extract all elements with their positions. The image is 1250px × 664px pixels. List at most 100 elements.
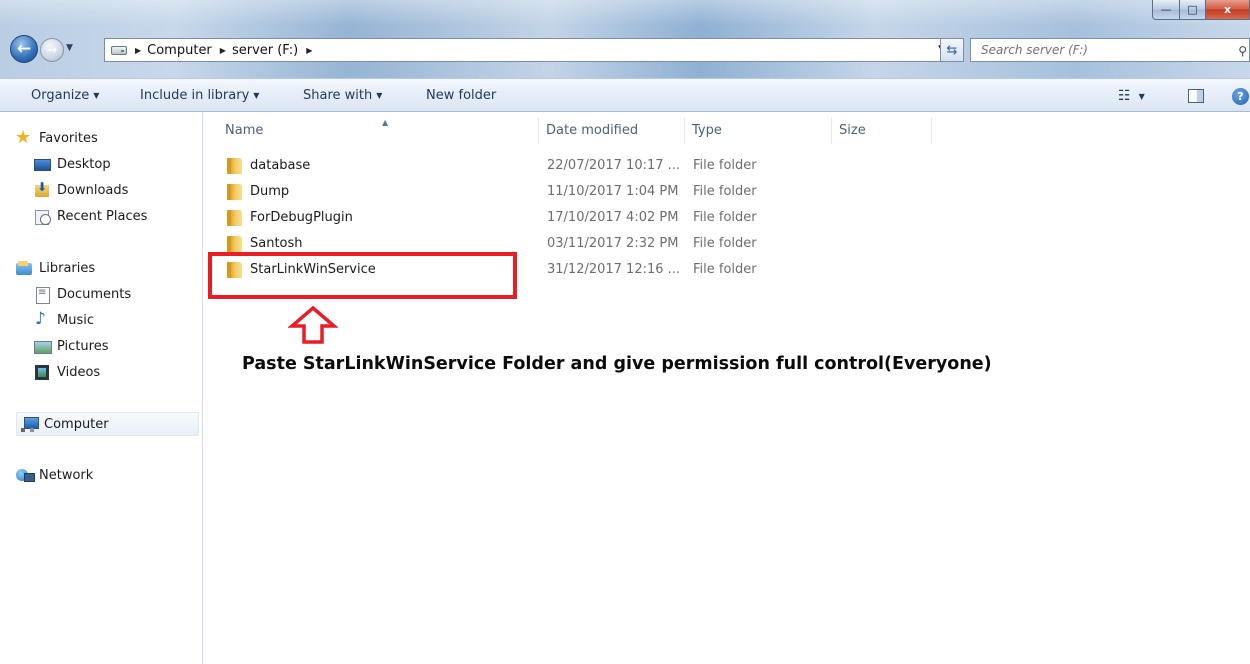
file-row-fordebugplugin[interactable]: ForDebugPlugin 17/10/2017 4:02 PM File f… — [218, 206, 958, 230]
arrow-left-icon: ← — [16, 39, 32, 59]
recent-places-icon — [34, 209, 51, 225]
nav-desktop[interactable]: Desktop — [34, 157, 111, 172]
share-with-label: Share with — [303, 88, 373, 103]
column-label: Date modified — [546, 123, 639, 138]
drive-icon — [111, 45, 127, 55]
new-folder-button[interactable]: New folder — [426, 88, 496, 103]
file-name: Dump — [250, 184, 290, 199]
file-name: StarLinkWinService — [250, 262, 376, 277]
window-controls: — □ x — [1152, 0, 1250, 20]
nav-label: Recent Places — [57, 209, 148, 224]
nav-downloads[interactable]: Downloads — [34, 180, 129, 198]
back-button[interactable]: ← — [10, 35, 38, 63]
nav-network[interactable]: Network — [16, 468, 93, 483]
new-folder-label: New folder — [426, 88, 497, 103]
annotation-arrow-up-icon — [288, 305, 338, 344]
nav-label: Favorites — [39, 131, 98, 146]
refresh-button[interactable]: ⇆ — [940, 38, 964, 62]
search-placeholder: Search server (F:) — [981, 43, 1088, 57]
breadcrumb-separator-icon[interactable]: ▶ — [220, 46, 226, 55]
star-icon — [15, 127, 33, 148]
navigation-pane: Favorites Desktop Downloads Recent Place… — [0, 112, 203, 664]
maximize-button[interactable]: □ — [1180, 0, 1206, 20]
nav-recent-places[interactable]: Recent Places — [34, 209, 148, 225]
column-label: Type — [692, 123, 722, 138]
computer-icon — [21, 416, 39, 432]
breadcrumb-separator-icon[interactable]: ▶ — [135, 46, 141, 55]
breadcrumb-computer[interactable]: Computer — [147, 43, 212, 58]
file-row-database[interactable]: database 22/07/2017 10:17 ... File folde… — [218, 154, 958, 178]
folder-icon — [227, 210, 242, 226]
documents-icon — [34, 287, 51, 304]
search-input[interactable]: Search server (F:) ⚲ — [970, 38, 1250, 62]
nav-label: Desktop — [57, 157, 111, 172]
minimize-button[interactable]: — — [1152, 0, 1180, 20]
change-view-menu[interactable]: ☷ ▼ — [1118, 88, 1145, 104]
file-type: File folder — [693, 210, 757, 225]
help-icon[interactable]: ? — [1232, 88, 1249, 105]
annotation-instruction-text: Paste StarLinkWinService Folder and give… — [242, 354, 992, 374]
network-icon — [16, 468, 35, 483]
column-header-size[interactable]: Size — [832, 118, 932, 144]
file-type: File folder — [693, 158, 757, 173]
libraries-icon — [16, 261, 33, 276]
file-date: 03/11/2017 2:32 PM — [547, 236, 679, 251]
organize-label: Organize — [31, 88, 90, 103]
nav-label: Downloads — [57, 183, 129, 198]
preview-pane-button[interactable] — [1188, 89, 1204, 103]
file-name: Santosh — [250, 236, 303, 251]
chevron-down-icon: ▼ — [376, 91, 383, 100]
organize-menu[interactable]: Organize ▼ — [31, 88, 99, 103]
pictures-icon — [34, 339, 52, 354]
include-in-library-menu[interactable]: Include in library ▼ — [140, 88, 259, 103]
file-row-dump[interactable]: Dump 11/10/2017 1:04 PM File folder — [218, 180, 958, 204]
file-list: Name ▲ Date modified Type Size database … — [204, 112, 1250, 664]
downloads-icon — [34, 180, 51, 198]
chevron-down-icon: ▼ — [1138, 91, 1145, 101]
folder-icon — [227, 262, 242, 278]
nav-computer[interactable]: Computer — [16, 412, 199, 436]
chevron-down-icon: ▼ — [66, 43, 73, 53]
nav-favorites[interactable]: Favorites — [15, 127, 98, 148]
forward-button[interactable]: → — [40, 38, 64, 62]
column-label: Size — [839, 123, 866, 138]
chevron-down-icon: ▼ — [93, 91, 100, 100]
nav-music[interactable]: Music — [34, 309, 94, 329]
command-toolbar: Organize ▼ Include in library ▼ Share with… — [0, 78, 1250, 112]
breadcrumb-server-f[interactable]: server (F:) — [232, 43, 298, 58]
arrow-right-icon: → — [46, 42, 58, 58]
file-name: ForDebugPlugin — [250, 210, 353, 225]
nav-label: Documents — [57, 287, 132, 302]
folder-icon — [227, 236, 242, 252]
refresh-icon: ⇆ — [946, 42, 958, 58]
file-row-santosh[interactable]: Santosh 03/11/2017 2:32 PM File folder — [218, 232, 958, 256]
file-type: File folder — [693, 262, 757, 277]
file-type: File folder — [693, 184, 757, 199]
nav-label: Network — [39, 468, 94, 483]
close-button[interactable]: x — [1206, 0, 1250, 20]
column-header-name[interactable]: Name ▲ — [218, 118, 539, 144]
nav-pictures[interactable]: Pictures — [34, 339, 108, 354]
column-header-date-modified[interactable]: Date modified — [539, 118, 685, 144]
search-icon[interactable]: ⚲ — [1238, 44, 1247, 58]
music-icon — [34, 309, 51, 329]
file-row-starlinkwinservice[interactable]: StarLinkWinService 31/12/2017 12:16 ... … — [218, 258, 958, 282]
column-label: Name — [225, 123, 264, 138]
address-bar[interactable]: ▶ Computer ▶ server (F:) ▶ ▼ — [104, 38, 958, 62]
nav-documents[interactable]: Documents — [34, 287, 132, 304]
file-date: 11/10/2017 1:04 PM — [547, 184, 679, 199]
file-type: File folder — [693, 236, 757, 251]
nav-label: Computer — [44, 416, 109, 432]
file-date: 22/07/2017 10:17 ... — [547, 158, 681, 173]
column-header-type[interactable]: Type — [685, 118, 832, 144]
folder-icon — [227, 184, 242, 200]
share-with-menu[interactable]: Share with ▼ — [303, 88, 382, 103]
chevron-down-icon: ▼ — [253, 91, 260, 100]
nav-libraries[interactable]: Libraries — [16, 261, 95, 276]
folder-icon — [227, 158, 242, 174]
nav-label: Videos — [57, 365, 101, 380]
breadcrumb-separator-icon[interactable]: ▶ — [306, 46, 312, 55]
nav-videos[interactable]: Videos — [34, 365, 100, 380]
videos-icon — [34, 365, 51, 380]
recent-pages-dropdown[interactable]: ▼ — [66, 43, 73, 53]
